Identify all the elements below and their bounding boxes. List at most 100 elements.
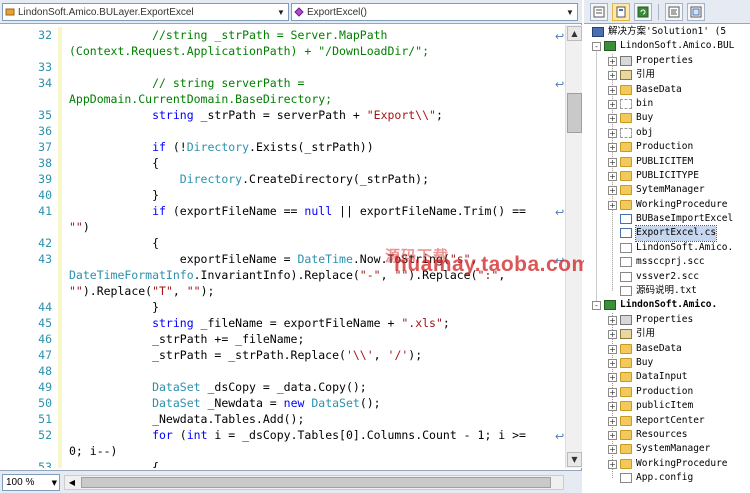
code-line[interactable]: 44 } (0, 299, 565, 315)
tree-item[interactable]: + 引用 (584, 327, 750, 341)
expand-icon[interactable]: + (608, 402, 617, 412)
code-line[interactable]: 45 string _fileName = exportFileName + "… (0, 315, 565, 331)
view-code-button[interactable] (665, 2, 683, 21)
horizontal-scroll-thumb[interactable] (81, 477, 551, 488)
expand-icon[interactable]: + (608, 99, 617, 109)
code-line[interactable]: 40 } (0, 187, 565, 203)
chevron-down-icon[interactable]: ▼ (274, 4, 288, 20)
code-line[interactable]: 46 _strPath += _fileName; (0, 331, 565, 347)
tree-item[interactable]: + Production (584, 385, 750, 399)
code-line[interactable]: 33 (0, 59, 565, 75)
code-line[interactable]: 38 { (0, 155, 565, 171)
expand-icon[interactable]: + (608, 373, 617, 383)
tree-item[interactable]: App.config (584, 471, 750, 485)
tree-item[interactable]: + Properties (584, 313, 750, 327)
code-line[interactable]: 51 _Newdata.Tables.Add(); (0, 411, 565, 427)
code-line[interactable]: 49 DataSet _dsCopy = _data.Copy(); (0, 379, 565, 395)
expand-icon[interactable]: + (608, 157, 617, 167)
solution-tree[interactable]: 解决方案'Solution1' (5- LindonSoft.Amico.BUL +… (584, 25, 750, 486)
tree-item[interactable]: + bin (584, 97, 750, 111)
code-line[interactable]: 35 string _strPath = serverPath + "Expor… (0, 107, 565, 123)
code-line[interactable]: AppDomain.CurrentDomain.BaseDirectory; (0, 91, 565, 107)
code-line[interactable]: 47 _strPath = _strPath.Replace('\\', '/'… (0, 347, 565, 363)
expand-icon[interactable]: + (608, 358, 617, 368)
scroll-up-icon[interactable]: ▲ (567, 26, 582, 41)
expand-icon[interactable]: + (608, 85, 617, 95)
tree-item[interactable]: + WorkingProcedure (584, 457, 750, 471)
code-line[interactable]: 50 DataSet _Newdata = new DataSet(); (0, 395, 565, 411)
tree-item[interactable]: + Buy (584, 356, 750, 370)
expand-icon[interactable]: + (608, 344, 617, 354)
code-line[interactable]: 36 (0, 123, 565, 139)
code-line[interactable]: 52 for (int i = _dsCopy.Tables[0].Column… (0, 427, 565, 443)
chevron-down-icon[interactable]: ▼ (52, 479, 59, 487)
refresh-button[interactable] (634, 2, 652, 21)
expand-icon[interactable]: + (608, 459, 617, 469)
tree-item[interactable]: + WorkingProcedure (584, 198, 750, 212)
tree-item[interactable]: BUBaseImportExcel (584, 212, 750, 226)
type-dropdown[interactable]: LindonSoft.Amico.BULayer.ExportExcel ▼ (2, 3, 289, 21)
tree-item[interactable]: + publicItem (584, 399, 750, 413)
show-all-files-button[interactable] (612, 2, 630, 21)
vertical-scrollbar[interactable]: ▲ ▼ (565, 25, 582, 468)
member-dropdown[interactable]: ExportExcel() ▼ (291, 3, 578, 21)
code-line[interactable]: 48 (0, 363, 565, 379)
expand-icon[interactable]: + (608, 315, 617, 325)
expand-icon[interactable]: + (608, 387, 617, 397)
tree-item[interactable]: + BaseData (584, 83, 750, 97)
view-designer-button[interactable] (687, 2, 705, 21)
expand-icon[interactable]: + (608, 416, 617, 426)
tree-item[interactable]: + SystemManager (584, 442, 750, 456)
code-line[interactable]: 39 Directory.CreateDirectory(_strPath); (0, 171, 565, 187)
tree-item[interactable]: 源码说明.txt (584, 284, 750, 298)
scroll-down-icon[interactable]: ▼ (567, 452, 582, 467)
tree-item[interactable]: + PUBLICITYPE (584, 169, 750, 183)
code-line[interactable]: (Context.Request.ApplicationPath) + "/Do… (0, 43, 565, 59)
tree-item[interactable]: mssccprj.scc (584, 255, 750, 269)
tree-item[interactable]: + obj (584, 126, 750, 140)
tree-item[interactable]: + Resources (584, 428, 750, 442)
expand-icon[interactable]: + (608, 200, 617, 210)
expand-icon[interactable]: + (608, 128, 617, 138)
collapse-icon[interactable]: - (592, 42, 601, 52)
tree-item[interactable]: + BaseData (584, 342, 750, 356)
tree-item[interactable]: LindonSoft.Amico. (584, 241, 750, 255)
zoom-dropdown[interactable]: 100 % ▼ (2, 474, 60, 491)
expand-icon[interactable]: + (608, 445, 617, 455)
tree-item[interactable]: + SytemManager (584, 183, 750, 197)
chevron-down-icon[interactable]: ▼ (563, 4, 577, 20)
tree-item[interactable]: + Production (584, 140, 750, 154)
tree-item[interactable]: + Properties (584, 54, 750, 68)
tree-item[interactable]: 解决方案'Solution1' (5 (584, 25, 750, 39)
expand-icon[interactable]: + (608, 171, 617, 181)
tree-item[interactable]: - LindonSoft.Amico. (584, 298, 750, 312)
tree-item[interactable]: + DataInput (584, 370, 750, 384)
collapse-icon[interactable]: - (592, 301, 601, 311)
tree-item[interactable]: + 引用 (584, 68, 750, 82)
expand-icon[interactable]: + (608, 114, 617, 124)
tree-item[interactable]: + ReportCenter (584, 414, 750, 428)
expand-icon[interactable]: + (608, 143, 617, 153)
code-line[interactable]: 53 { (0, 459, 565, 468)
code-editor[interactable]: LindonSoft.Amico.BULayer.ExportExcel ▼ E… (0, 0, 590, 493)
tree-item[interactable]: ExportExcel.cs (584, 225, 750, 242)
expand-icon[interactable]: + (608, 56, 617, 66)
code-line[interactable]: 34 // string serverPath = ↩ (0, 75, 565, 91)
tree-item[interactable]: vssver2.scc (584, 270, 750, 284)
code-line[interactable]: 42 { (0, 235, 565, 251)
code-line[interactable]: 0; i--) (0, 443, 565, 459)
expand-icon[interactable]: + (608, 430, 617, 440)
code-line[interactable]: 37 if (!Directory.Exists(_strPath)) (0, 139, 565, 155)
horizontal-scrollbar[interactable]: ◀ (64, 475, 564, 490)
expand-icon[interactable]: + (608, 186, 617, 196)
tree-item[interactable]: + PUBLICITEM (584, 155, 750, 169)
code-line[interactable]: "") (0, 219, 565, 235)
tree-item[interactable]: - LindonSoft.Amico.BUL (584, 39, 750, 53)
expand-icon[interactable]: + (608, 330, 617, 340)
code-line[interactable]: "").Replace("T", ""); (0, 283, 565, 299)
scroll-thumb[interactable] (567, 93, 582, 133)
code-line[interactable]: 32 //string _strPath = Server.MapPath ↩ (0, 27, 565, 43)
properties-button[interactable] (590, 2, 608, 21)
scroll-left-icon[interactable]: ◀ (65, 476, 79, 489)
tree-item[interactable]: + Buy (584, 111, 750, 125)
